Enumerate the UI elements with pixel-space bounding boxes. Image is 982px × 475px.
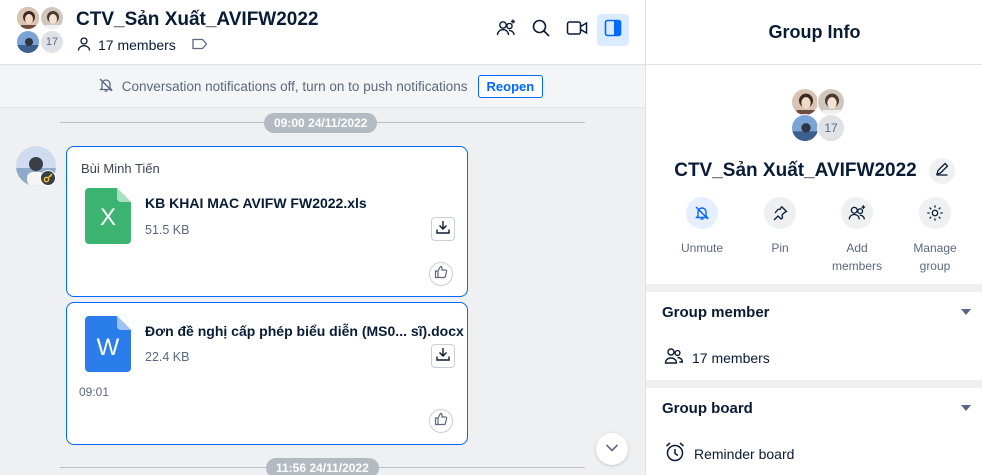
action-label: Unmute [680, 241, 724, 255]
section-separator [646, 284, 982, 292]
download-icon [435, 219, 451, 240]
chat-area: 17 CTV_Sản Xuất_AVIFW2022 17 members Con… [0, 0, 645, 475]
caret-down-icon[interactable] [961, 309, 971, 315]
date-stamp: 11:56 24/11/2022 [266, 458, 379, 475]
add-person-icon [495, 17, 517, 44]
manage-group-action[interactable]: Manage group [899, 197, 971, 275]
video-camera-icon [566, 19, 588, 42]
members-row[interactable]: 17 members [664, 347, 770, 368]
conversation-title[interactable]: CTV_Sản Xuất_AVIFW2022 [76, 9, 319, 31]
member-avatar [791, 114, 819, 142]
download-button[interactable] [431, 344, 455, 368]
chevron-down-icon [605, 440, 619, 458]
reminder-board-row[interactable]: Reminder board [664, 441, 794, 466]
member-count-badge: 17 [40, 30, 64, 54]
action-label: Manage group [913, 241, 957, 273]
section-title: Group board [662, 400, 753, 417]
people-icon [664, 347, 684, 368]
member-avatar [817, 88, 845, 116]
gear-icon [919, 197, 951, 229]
reminder-board-label: Reminder board [694, 445, 795, 462]
tag-icon[interactable] [192, 37, 208, 53]
action-label: Add members [831, 241, 882, 273]
bell-off-icon [98, 77, 114, 96]
word-file-icon: W [85, 316, 131, 372]
search-icon [531, 18, 551, 43]
sidebar-panel-icon [604, 19, 622, 42]
scroll-to-bottom-button[interactable] [596, 433, 628, 465]
thumbs-up-icon [434, 412, 448, 431]
group-name: CTV_Sản Xuất_AVIFW2022 [674, 160, 917, 181]
edit-name-button[interactable] [928, 158, 955, 184]
reopen-button[interactable]: Reopen [477, 75, 544, 98]
action-label: Pin [771, 241, 789, 255]
notification-text: Conversation notifications off, turn on … [121, 79, 468, 94]
alarm-clock-icon [664, 441, 686, 466]
chat-header: 17 CTV_Sản Xuất_AVIFW2022 17 members [0, 0, 645, 65]
search-button[interactable] [525, 14, 557, 46]
thumbs-up-icon [434, 265, 448, 284]
pin-icon [764, 197, 796, 229]
panel-title: Group Info [646, 0, 982, 65]
group-info-panel: Group Info 17 CTV_Sản Xuất_AVIFW2022 Unm… [645, 0, 982, 475]
section-separator [646, 380, 982, 388]
pencil-icon [935, 160, 949, 182]
add-members-action[interactable]: Add members [821, 197, 893, 275]
unmute-action[interactable]: Unmute [666, 197, 738, 257]
toggle-info-panel-button[interactable] [597, 14, 629, 46]
section-title: Group member [662, 304, 770, 321]
add-person-icon [841, 197, 873, 229]
message-bubble[interactable]: Bùi Minh Tiến X KB KHAI MAC AVIFW FW2022… [66, 146, 468, 297]
notification-bar: Conversation notifications off, turn on … [0, 66, 645, 108]
member-avatar [16, 6, 40, 30]
download-button[interactable] [431, 217, 455, 241]
file-size: 22.4 KB [145, 350, 190, 364]
message-time: 09:01 [79, 385, 110, 399]
sender-name: Bùi Minh Tiến [81, 161, 160, 176]
member-avatar [40, 6, 64, 30]
person-icon [76, 36, 92, 55]
date-stamp: 09:00 24/11/2022 [264, 113, 378, 133]
message-bubble[interactable]: W Đơn đề nghị cấp phép biểu diễn (MS0...… [66, 302, 468, 445]
react-like-button[interactable] [429, 262, 453, 286]
caret-down-icon[interactable] [961, 405, 971, 411]
video-call-button[interactable] [561, 14, 593, 46]
excel-file-icon: X [85, 188, 131, 244]
member-count-badge: 17 [817, 114, 845, 142]
members-label: 17 members [692, 349, 770, 366]
file-name[interactable]: KB KHAI MAC AVIFW FW2022.xls [145, 195, 367, 211]
file-name[interactable]: Đơn đề nghị cấp phép biểu diễn (MS0... s… [145, 323, 464, 339]
pin-action[interactable]: Pin [744, 197, 816, 257]
role-key-icon [40, 170, 56, 186]
member-count-label: 17 members [98, 37, 176, 53]
bell-off-icon [686, 197, 718, 229]
react-like-button[interactable] [429, 409, 453, 433]
member-avatar [791, 88, 819, 116]
group-name-row: CTV_Sản Xuất_AVIFW2022 [646, 158, 982, 184]
member-count[interactable]: 17 members [76, 36, 208, 55]
member-avatar [16, 30, 40, 54]
file-size: 51.5 KB [145, 223, 190, 237]
download-icon [435, 346, 451, 367]
add-member-button[interactable] [490, 14, 522, 46]
